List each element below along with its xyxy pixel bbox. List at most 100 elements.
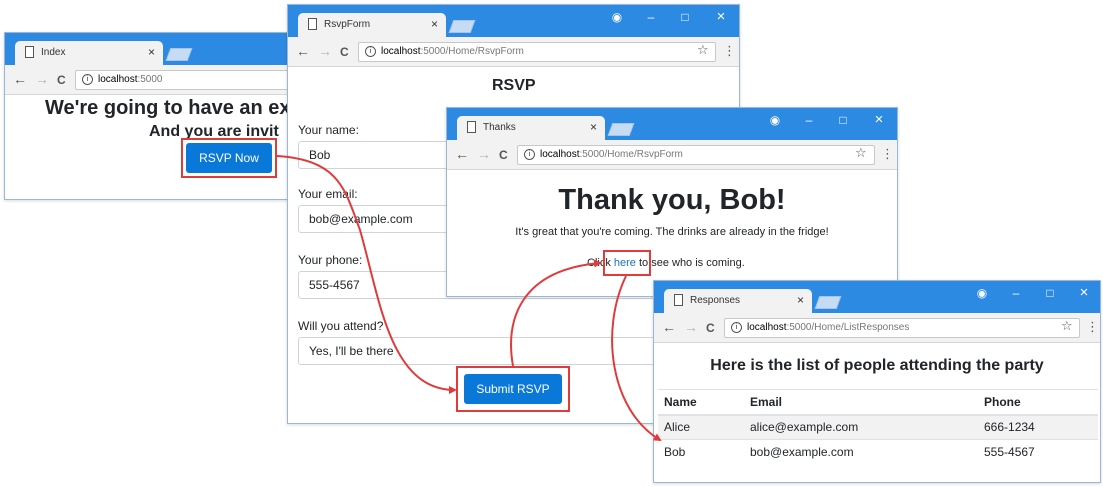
url-path: :5000/Home/RsvpForm <box>579 149 683 160</box>
page-icon <box>467 121 476 133</box>
table-row: Bob bob@example.com 555-4567 <box>658 439 1098 465</box>
url-host: localhost <box>98 74 138 85</box>
info-icon[interactable]: i <box>524 149 535 160</box>
close-window-icon[interactable]: × <box>1068 281 1100 309</box>
rsvp-now-highlight <box>181 138 277 178</box>
rsvp-tab[interactable]: RsvpForm × <box>298 13 446 37</box>
url-path: :5000/Home/ListResponses <box>786 322 910 333</box>
email-label: Your email: <box>298 187 358 201</box>
thanks-heading: Thank you, Bob! <box>558 184 786 216</box>
index-address-bar[interactable]: i localhost:5000 <box>75 70 293 90</box>
rsvp-heading: RSVP <box>492 77 536 94</box>
submit-rsvp-highlight <box>456 366 570 412</box>
cell-email: bob@example.com <box>744 439 978 465</box>
responses-titlebar: Responses × ◉ – □ × <box>654 281 1100 313</box>
url-path: :5000 <box>137 74 163 85</box>
thanks-address-bar[interactable]: i localhost:5000/Home/RsvpForm <box>517 145 875 165</box>
page-icon <box>674 294 683 306</box>
url-host: localhost <box>540 149 580 160</box>
forward-icon[interactable]: → <box>318 43 332 59</box>
responses-tab[interactable]: Responses × <box>664 289 812 313</box>
thanks-message: It's great that you're coming. The drink… <box>515 226 829 238</box>
minimize-icon[interactable]: – <box>1000 281 1032 309</box>
rsvp-tab-title: RsvpForm <box>324 19 371 30</box>
column-header-name: Name <box>658 389 744 416</box>
cell-name: Bob <box>658 439 744 465</box>
new-tab-button[interactable] <box>814 296 842 309</box>
url-host: localhost <box>381 46 421 57</box>
menu-icon[interactable]: ⋮ <box>723 43 736 59</box>
account-icon[interactable]: ◉ <box>966 281 998 309</box>
responses-window: Responses × ◉ – □ × ← → C i localhost:50… <box>653 280 1101 483</box>
rsvp-titlebar: RsvpForm × ◉ – □ × <box>288 5 739 37</box>
forward-icon[interactable]: → <box>477 146 491 162</box>
responses-content: Here is the list of people attending the… <box>654 343 1100 482</box>
star-icon[interactable]: ☆ <box>1061 318 1073 334</box>
forward-icon[interactable]: → <box>684 319 698 335</box>
star-icon[interactable]: ☆ <box>855 145 867 161</box>
thanks-window: Thanks × ◉ – □ × ← → C i localhost:5000/… <box>446 107 898 297</box>
url-host: localhost <box>747 322 787 333</box>
phone-label: Your phone: <box>298 253 363 267</box>
star-icon[interactable]: ☆ <box>697 42 709 58</box>
index-heading: We're going to have an ex <box>45 97 291 119</box>
thanks-toolbar: ← → C i localhost:5000/Home/RsvpForm ☆ ⋮ <box>447 140 897 170</box>
maximize-icon[interactable]: □ <box>827 108 859 136</box>
reload-icon[interactable]: C <box>340 45 349 59</box>
menu-icon[interactable]: ⋮ <box>881 146 894 162</box>
column-header-email: Email <box>744 389 978 416</box>
new-tab-button[interactable] <box>607 123 635 136</box>
info-icon[interactable]: i <box>731 322 742 333</box>
new-tab-button[interactable] <box>448 20 476 33</box>
new-tab-button[interactable] <box>165 48 193 61</box>
index-titlebar: Index × <box>5 33 293 65</box>
thanks-tab-title: Thanks <box>483 122 516 133</box>
url-path: :5000/Home/RsvpForm <box>420 46 524 57</box>
responses-heading: Here is the list of people attending the… <box>710 357 1044 374</box>
responses-toolbar: ← → C i localhost:5000/Home/ListResponse… <box>654 313 1100 343</box>
info-icon[interactable]: i <box>365 46 376 57</box>
account-icon[interactable]: ◉ <box>601 5 633 33</box>
reload-icon[interactable]: C <box>499 148 508 162</box>
thanks-tab[interactable]: Thanks × <box>457 116 605 140</box>
maximize-icon[interactable]: □ <box>1034 281 1066 309</box>
responses-table: Name Email Phone Alice alice@example.com… <box>658 389 1098 465</box>
rsvp-address-bar[interactable]: i localhost:5000/Home/RsvpForm <box>358 42 716 62</box>
back-icon[interactable]: ← <box>455 146 469 162</box>
forward-icon[interactable]: → <box>35 71 49 87</box>
reload-icon[interactable]: C <box>706 321 715 335</box>
account-icon[interactable]: ◉ <box>759 108 791 136</box>
back-icon[interactable]: ← <box>13 71 27 87</box>
thanks-content: Thank you, Bob! It's great that you're c… <box>447 170 897 296</box>
minimize-icon[interactable]: – <box>793 108 825 136</box>
minimize-icon[interactable]: – <box>635 5 667 33</box>
close-tab-icon[interactable]: × <box>431 17 438 31</box>
cell-name: Alice <box>658 414 744 440</box>
back-icon[interactable]: ← <box>662 319 676 335</box>
info-icon[interactable]: i <box>82 74 93 85</box>
close-window-icon[interactable]: × <box>863 108 895 136</box>
back-icon[interactable]: ← <box>296 43 310 59</box>
index-tab-title: Index <box>41 47 66 58</box>
column-header-phone: Phone <box>978 389 1098 416</box>
close-tab-icon[interactable]: × <box>148 45 155 59</box>
index-toolbar: ← → C i localhost:5000 <box>5 65 293 95</box>
index-tab[interactable]: Index × <box>15 41 163 65</box>
responses-tab-title: Responses <box>690 295 741 306</box>
reload-icon[interactable]: C <box>57 73 66 87</box>
name-label: Your name: <box>298 123 359 137</box>
close-tab-icon[interactable]: × <box>590 120 597 134</box>
menu-icon[interactable]: ⋮ <box>1086 319 1099 335</box>
close-tab-icon[interactable]: × <box>797 293 804 307</box>
page-icon <box>25 46 34 58</box>
cell-phone: 666-1234 <box>978 414 1098 440</box>
attend-label: Will you attend? <box>298 319 384 333</box>
cell-email: alice@example.com <box>744 414 978 440</box>
responses-address-bar[interactable]: i localhost:5000/Home/ListResponses <box>724 318 1080 338</box>
page-icon <box>308 18 317 30</box>
click-suffix: to see who is coming. <box>635 257 745 269</box>
maximize-icon[interactable]: □ <box>669 5 701 33</box>
close-window-icon[interactable]: × <box>705 5 737 33</box>
table-header-row: Name Email Phone <box>658 389 1098 416</box>
thanks-titlebar: Thanks × ◉ – □ × <box>447 108 897 140</box>
